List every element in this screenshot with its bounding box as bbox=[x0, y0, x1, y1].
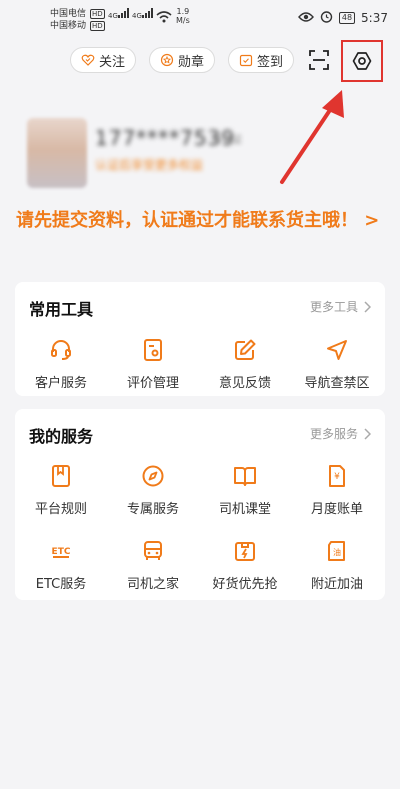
tool-item-feedback[interactable]: 意见反馈 bbox=[199, 338, 291, 391]
carrier-1: 中国电信 bbox=[50, 9, 87, 19]
eye-icon bbox=[297, 11, 314, 26]
medal-label: 勋章 bbox=[178, 54, 205, 70]
checkin-button[interactable]: 签到 bbox=[228, 47, 295, 73]
services-title: 我的服务 bbox=[29, 427, 94, 446]
hd-badge: HD bbox=[90, 9, 105, 19]
wifi-icon bbox=[156, 11, 172, 26]
alarm-icon bbox=[320, 10, 333, 26]
tool-item-evaluation[interactable]: 评价管理 bbox=[107, 338, 199, 391]
follow-label: 关注 bbox=[99, 54, 126, 70]
evaluation-icon bbox=[144, 339, 162, 361]
clock: 5:37 bbox=[361, 11, 388, 25]
chevron-right-icon bbox=[364, 300, 371, 313]
scan-icon[interactable] bbox=[308, 49, 330, 71]
fuel-icon: 油 bbox=[328, 541, 345, 561]
carrier-info: 中国电信 HD 中国移动 HD bbox=[50, 8, 105, 32]
hd-badge: HD bbox=[90, 21, 105, 31]
status-bar: 中国电信 HD 中国移动 HD 4G 4G 1.9 M/s 48 5:37 bbox=[0, 0, 400, 36]
tools-card: 常用工具 更多工具 客户服务 评价管理 意见反馈 导航查禁区 bbox=[15, 282, 385, 396]
book-icon bbox=[234, 467, 256, 486]
gear-icon bbox=[352, 52, 372, 70]
net-speed: 1.9 M/s bbox=[176, 7, 190, 25]
service-item-nearby-fuel[interactable]: 油 附近加油 bbox=[291, 539, 383, 592]
bill-icon: ¥ bbox=[329, 465, 345, 487]
compass-icon bbox=[142, 465, 164, 487]
service-item-driver-class[interactable]: 司机课堂 bbox=[199, 464, 291, 517]
navigation-icon bbox=[327, 340, 347, 360]
service-item-exclusive[interactable]: 专属服务 bbox=[107, 464, 199, 517]
signal-icon-2: 4G bbox=[132, 8, 154, 20]
more-tools-link[interactable]: 更多工具 bbox=[310, 298, 371, 315]
carrier-2: 中国移动 bbox=[50, 21, 87, 31]
chevron-right-icon bbox=[364, 427, 371, 440]
settings-button[interactable] bbox=[341, 40, 383, 82]
medal-icon bbox=[160, 53, 174, 67]
signal-icon-1: 4G bbox=[108, 8, 130, 20]
package-icon bbox=[235, 542, 255, 561]
profile-subtitle: 认证后享受更多权益 bbox=[95, 158, 204, 172]
avatar[interactable] bbox=[27, 118, 87, 188]
svg-text:油: 油 bbox=[333, 547, 341, 557]
etc-icon: ETC bbox=[52, 547, 71, 558]
medal-button[interactable]: 勋章 bbox=[149, 47, 216, 73]
checkin-label: 签到 bbox=[257, 54, 284, 70]
follow-button[interactable]: 关注 bbox=[70, 47, 137, 73]
tool-item-customer-service[interactable]: 客户服务 bbox=[15, 338, 107, 391]
calendar-check-icon bbox=[239, 54, 253, 67]
heart-check-icon bbox=[81, 54, 95, 66]
service-item-driver-home[interactable]: 司机之家 bbox=[107, 539, 199, 592]
truck-icon bbox=[144, 541, 162, 560]
more-services-link[interactable]: 更多服务 bbox=[310, 425, 371, 442]
service-item-monthly-bill[interactable]: ¥ 月度账单 bbox=[291, 464, 383, 517]
svg-text:¥: ¥ bbox=[334, 472, 340, 482]
profile-section[interactable]: 177****7539 未认证 认证后享受更多权益 bbox=[0, 118, 400, 198]
battery-icon: 48 bbox=[338, 12, 356, 24]
service-item-platform-rules[interactable]: 平台规则 bbox=[15, 464, 107, 517]
service-item-etc[interactable]: ETC ETC服务 bbox=[15, 539, 107, 592]
svg-text:ETC: ETC bbox=[52, 547, 71, 557]
tool-item-navigation[interactable]: 导航查禁区 bbox=[291, 338, 383, 391]
service-item-good-cargo[interactable]: 好货优先抢 bbox=[199, 539, 291, 592]
verification-notice[interactable]: 请先提交资料，认证通过才能联系货主哦！ > bbox=[16, 206, 386, 235]
services-card: 我的服务 更多服务 平台规则 专属服务 司机课堂 ¥ 月度账单 ETC ETC服… bbox=[15, 409, 385, 600]
auth-tag: 未认证 bbox=[212, 135, 242, 146]
tools-title: 常用工具 bbox=[29, 300, 94, 319]
header-actions: 关注 勋章 签到 bbox=[0, 47, 400, 77]
feedback-icon bbox=[235, 339, 256, 360]
rules-icon bbox=[52, 465, 70, 487]
headset-icon bbox=[51, 340, 71, 360]
